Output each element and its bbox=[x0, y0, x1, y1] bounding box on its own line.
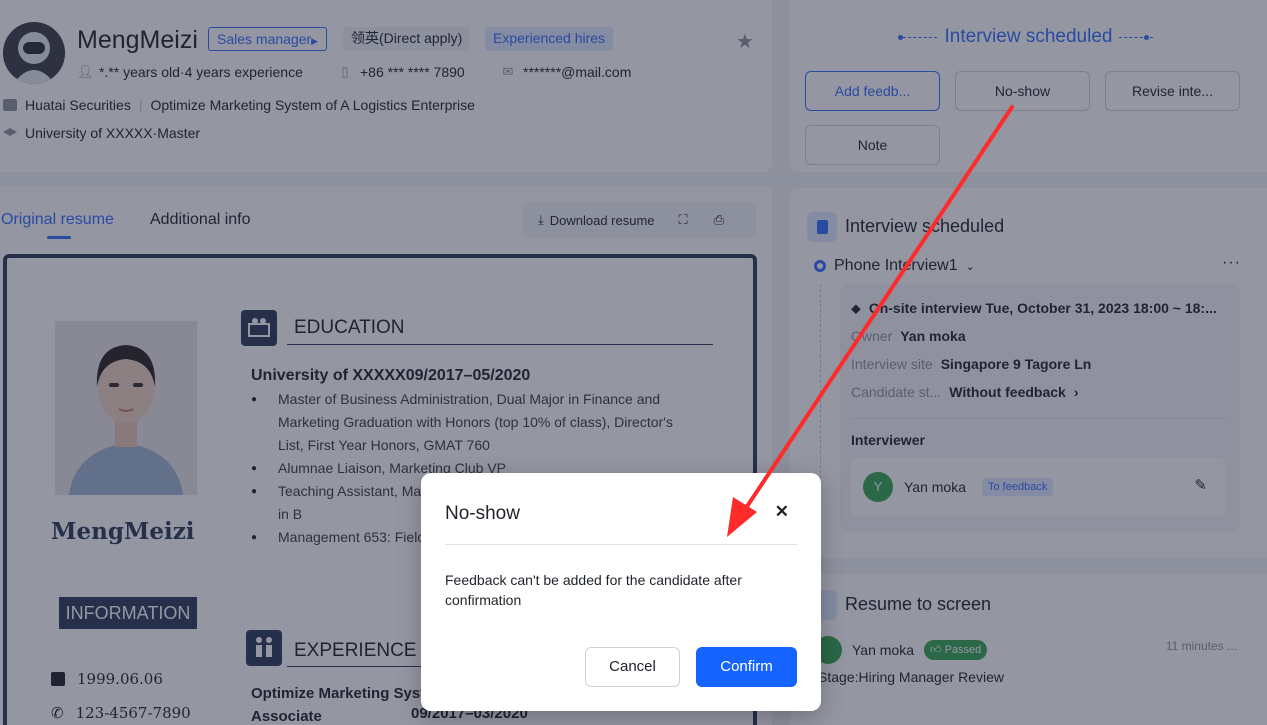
close-icon[interactable]: ✕ bbox=[775, 502, 789, 522]
dialog-title: No-show bbox=[445, 503, 520, 524]
dialog-message: Feedback can't be added for the candidat… bbox=[445, 572, 742, 608]
dialog-divider bbox=[445, 544, 797, 545]
cancel-button[interactable]: Cancel bbox=[585, 647, 680, 687]
no-show-dialog: No-show ✕ Feedback can't be added for th… bbox=[421, 473, 821, 711]
confirm-button[interactable]: Confirm bbox=[696, 647, 797, 687]
